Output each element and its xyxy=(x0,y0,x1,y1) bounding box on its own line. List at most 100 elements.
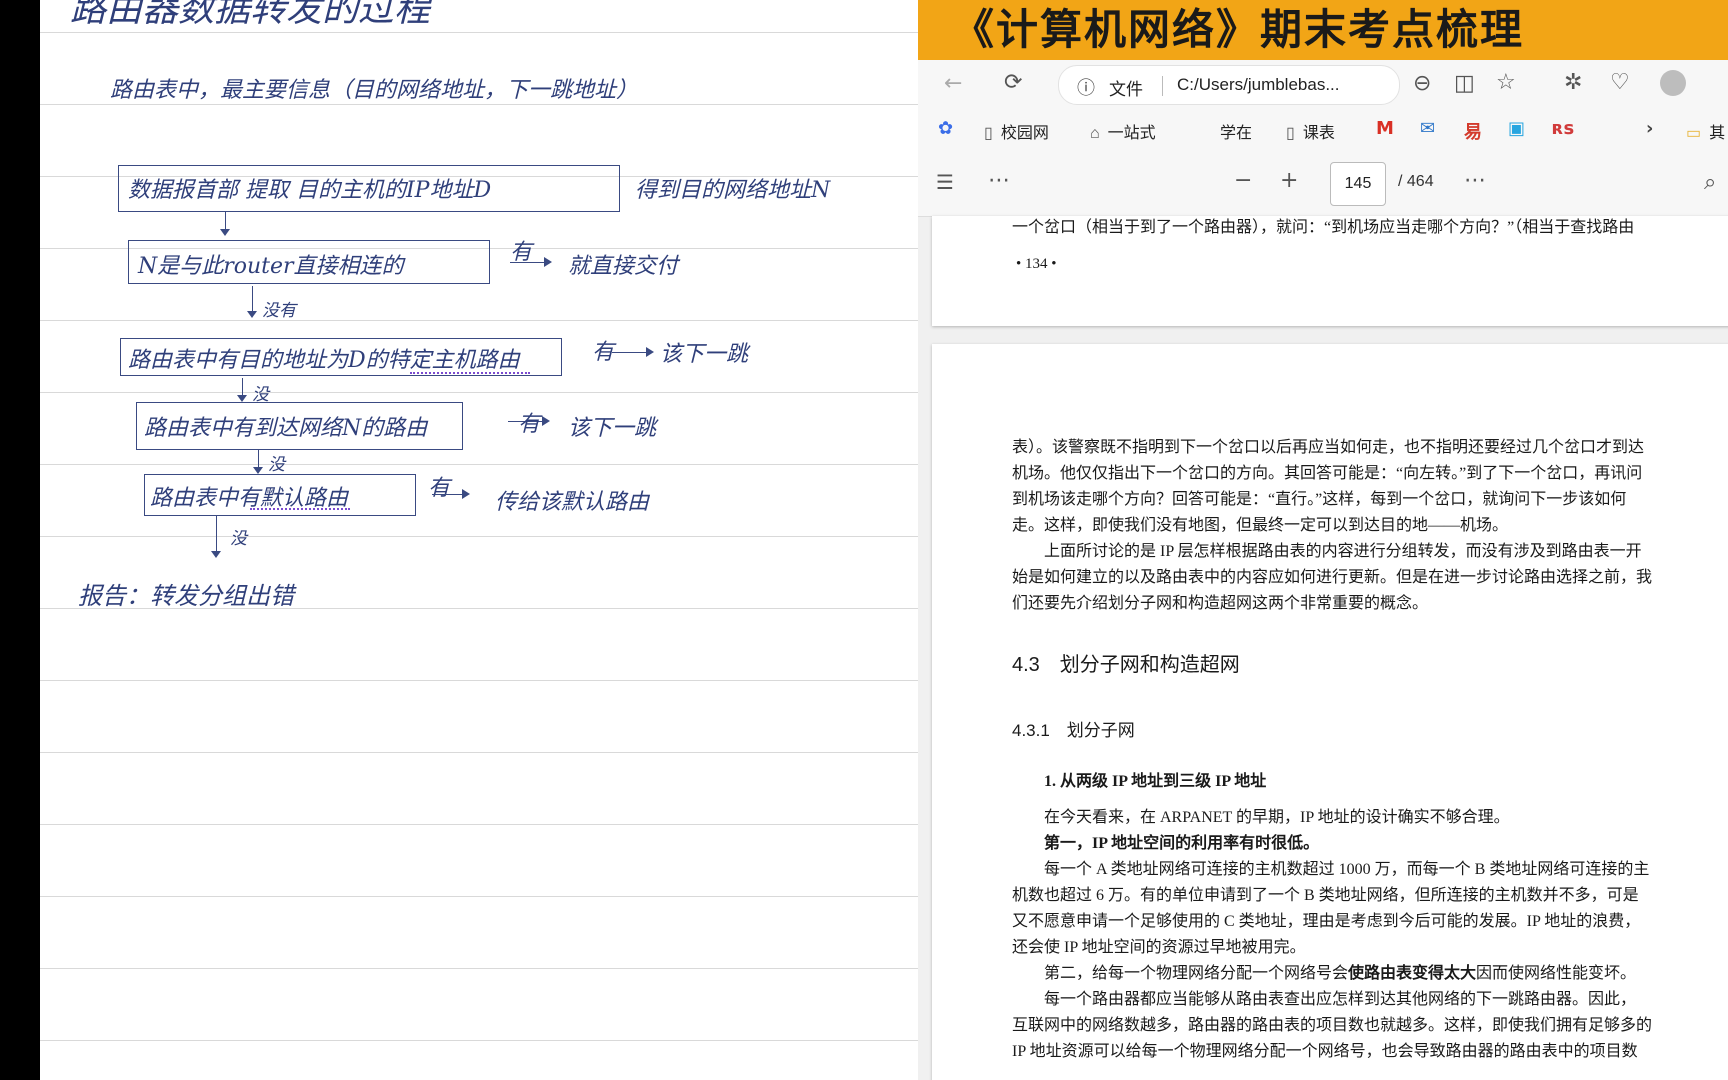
item-heading: 1. 从两级 IP 地址到三级 IP 地址 xyxy=(1044,773,1267,790)
notes-line-routing-table: 路由表中，最主要信息（目的网络地址，下一跳地址） xyxy=(110,78,639,103)
netease-icon[interactable]: 易 xyxy=(1464,118,1482,144)
bookmark-label: 学在 xyxy=(1220,125,1253,142)
flow-step2-result: 就直接交付 xyxy=(568,254,679,279)
flow-step4-no: 没 xyxy=(268,455,285,475)
file-scheme-label: 文件 xyxy=(1109,80,1143,99)
para5-line3: 又不愿意申请一个足够使用的 C 类地址，理由是考虑到今后可能的发展。IP 地址的… xyxy=(1012,913,1641,930)
add-favorite-icon[interactable]: ☆ xyxy=(1496,72,1516,94)
pdf-page-135: 表）。该警察既不指明到下一个岔口以后再应当如何走，也不指明还要经过几个岔口才到达… xyxy=(932,344,1728,1080)
bookmark-xuezai[interactable]: 学在 xyxy=(1200,119,1252,143)
flow-arrow-yes-3 xyxy=(612,347,654,357)
split-screen-icon[interactable]: ◫ xyxy=(1454,73,1475,95)
para2-line1: 上面所讨论的是 IP 层怎样根据路由表的内容进行分组转发，而没有涉及到路由表一开 xyxy=(1044,543,1642,560)
more-options-icon[interactable]: ⋯ xyxy=(988,170,1010,192)
flow-arrow-5 xyxy=(211,516,221,558)
home-icon: ⌂ xyxy=(1090,125,1100,142)
url-text: C:/Users/jumblebas... xyxy=(1177,75,1340,94)
browser-essentials-icon[interactable]: ♡ xyxy=(1610,72,1630,94)
notes-title: 路由器数据转发的过程 xyxy=(70,0,431,30)
flow-step5-yes: 有 xyxy=(428,476,451,501)
folder-icon: ▭ xyxy=(1686,125,1702,142)
bookmark-folder[interactable]: ▭ 其 xyxy=(1686,119,1725,143)
back-arrow-icon[interactable]: ← xyxy=(944,73,962,95)
url-field[interactable]: ⓘ 文件 C:/Users/jumblebas... xyxy=(1058,65,1400,105)
para1-line2: 机场。他仅仅指出下一个岔口的方向。其回答可能是：“向左转。”到了下一个岔口，再讯… xyxy=(1012,465,1643,482)
flow-step3-yes: 有 xyxy=(592,340,615,365)
subsection-heading: 4.3.1 划分子网 xyxy=(1012,721,1135,740)
flow-step5-result: 传给该默认路由 xyxy=(495,490,650,515)
page1-number: • 134 • xyxy=(1016,256,1057,272)
flow-step5-no: 没 xyxy=(230,529,247,549)
para1-line4: 走。这样，即使我们没有地图，但最终一定可以到达目的地——机场。 xyxy=(1012,517,1509,534)
info-icon[interactable]: ⓘ xyxy=(1077,74,1095,100)
chevron-right-icon[interactable]: › xyxy=(1646,118,1653,139)
flow-arrow-3 xyxy=(237,378,247,402)
flow-box-2-text: N是与此router直接相连的 xyxy=(138,254,404,279)
para6: 第二，给每一个物理网络分配一个网络号会使路由表变得太大因而使网络性能变坏。 xyxy=(1044,962,1636,986)
bookmark-label: 校园网 xyxy=(1000,125,1049,142)
para4-bold: 第一，IP 地址空间的利用率有时很低。 xyxy=(1044,835,1320,852)
address-bar: ← ⟳ ⓘ 文件 C:/Users/jumblebas... ⊖ ◫ ☆ ✲ ♡ xyxy=(918,60,1728,110)
para2-line2: 始是如何建立的以及路由表中的内容应如何进行更新。但是在进一步讨论路由选择之前，我 xyxy=(1012,569,1653,586)
paw-icon[interactable]: ✿ xyxy=(938,118,953,139)
flow-arrow-1 xyxy=(220,212,230,236)
bookmark-label: 一站式 xyxy=(1107,125,1156,142)
refresh-icon[interactable]: ⟳ xyxy=(1004,72,1022,94)
zoom-icon[interactable]: ⊖ xyxy=(1413,73,1431,95)
para5-line1: 每一个 A 类地址网络可连接的主机数超过 1000 万，而每一个 B 类地址网络… xyxy=(1044,861,1650,878)
zoom-in-icon[interactable]: + xyxy=(1280,170,1298,192)
page-icon: ▯ xyxy=(984,125,993,142)
flow-step2-no: 没有 xyxy=(262,301,296,321)
url-separator xyxy=(1162,76,1163,96)
flow-step3-result: 该下一跳 xyxy=(660,342,749,367)
bookmark-label: 其 xyxy=(1709,125,1726,142)
page-number-input[interactable]: 145 xyxy=(1330,162,1386,206)
flow-box-1-text: 数据报首部 提取 目的主机的IP地址D xyxy=(128,178,492,203)
flow-arrow-yes-5 xyxy=(432,489,470,499)
browser-window: 《计算机网络》期末考点梳理 ← ⟳ ⓘ 文件 C:/Users/jumbleba… xyxy=(918,0,1728,1080)
bilibili-icon[interactable]: ▣ xyxy=(1508,118,1525,139)
gmail-icon[interactable]: M xyxy=(1376,118,1394,139)
flow-step4-yes: 有 xyxy=(518,412,541,437)
para6-bold: 使路由表变得太大 xyxy=(1348,965,1477,982)
flow-arrow-2 xyxy=(247,286,257,318)
search-icon[interactable]: ⌕ xyxy=(1704,172,1716,194)
para2-line3: 们还要先介绍划分子网和构造超网这两个非常重要的概念。 xyxy=(1012,595,1429,612)
para5-line4: 还会使 IP 地址空间的资源过早地被用完。 xyxy=(1012,939,1306,956)
para6-pre: 第二，给每一个物理网络分配一个网络号会 xyxy=(1044,965,1349,982)
course-banner: 《计算机网络》期末考点梳理 xyxy=(918,0,1728,60)
more-tools-icon[interactable]: ⋯ xyxy=(1464,170,1486,192)
bookmark-campus-net[interactable]: ▯ 校园网 xyxy=(984,119,1049,143)
para7-line3: IP 地址资源可以给每一个物理网络分配一个网络号，也会导致路由器的路由表中的项目… xyxy=(1012,1043,1638,1060)
zoom-out-icon[interactable]: − xyxy=(1234,170,1252,192)
wavy-underline-2 xyxy=(250,500,350,510)
para7-line1: 每一个路由器都应当能够从路由表查出应怎样到达其他网络的下一跳路由器。因此， xyxy=(1044,991,1637,1008)
para7-line2: 互联网中的网络数越多，路由器的路由表的项目数也就越多。这样，即使我们拥有足够多的 xyxy=(1012,1017,1653,1034)
profile-avatar[interactable] xyxy=(1660,70,1686,96)
wavy-underline-1 xyxy=(410,364,530,374)
rs-icon[interactable]: ʀs xyxy=(1552,118,1574,139)
mail-icon[interactable]: ✉ xyxy=(1420,118,1435,139)
bookmark-label: 课表 xyxy=(1302,125,1335,142)
extensions-icon[interactable]: ✲ xyxy=(1564,72,1582,94)
para5-line2: 机数也超过 6 万。有的单位申请到了一个 B 类地址网络，但所连接的主机数并不多… xyxy=(1012,887,1639,904)
page1-text: 一个岔口（相当于到了一个路由器），就问：“到机场应当走哪个方向？”（相当于查找路… xyxy=(1012,219,1635,236)
pdf-page-134: 一个岔口（相当于到了一个路由器），就问：“到机场应当走哪个方向？”（相当于查找路… xyxy=(932,216,1728,326)
bookmarks-bar: ✿ ▯ 校园网 ⌂ 一站式 学在 ▯ 课表 M ✉ 易 ▣ ʀs › ▭ 其 xyxy=(918,110,1728,151)
flow-arrow-yes-2 xyxy=(510,257,552,267)
para3: 在今天看来，在 ARPANET 的早期，IP 地址的设计确实不够合理。 xyxy=(1044,809,1510,826)
flow-step1-right: 得到目的网络地址N xyxy=(635,178,831,203)
page-icon: ▯ xyxy=(1286,125,1295,142)
flow-step4-result: 该下一跳 xyxy=(568,416,657,441)
bookmark-one-stop[interactable]: ⌂ 一站式 xyxy=(1090,119,1156,143)
pdf-toolbar: ☰ ⋯ − + 145 / 464 ⋯ ⌕ xyxy=(918,150,1728,217)
para6-post: 因而使网络性能变坏。 xyxy=(1476,965,1637,982)
contents-list-icon[interactable]: ☰ xyxy=(936,172,954,192)
notebook-page: 路由器数据转发的过程 路由表中，最主要信息（目的网络地址，下一跳地址） 数据报首… xyxy=(40,0,920,1080)
flow-arrow-4 xyxy=(253,450,263,474)
flow-final-report: 报告：转发分组出错 xyxy=(78,582,294,610)
bookmark-schedule[interactable]: ▯ 课表 xyxy=(1286,119,1335,143)
para1-line3: 到机场该走哪个方向？回答可能是：“直行。”这样，每到一个岔口，就询问下一步该如何 xyxy=(1012,491,1627,508)
page-total: / 464 xyxy=(1398,173,1434,190)
para1-line1: 表）。该警察既不指明到下一个岔口以后再应当如何走，也不指明还要经过几个岔口才到达 xyxy=(1012,439,1645,456)
